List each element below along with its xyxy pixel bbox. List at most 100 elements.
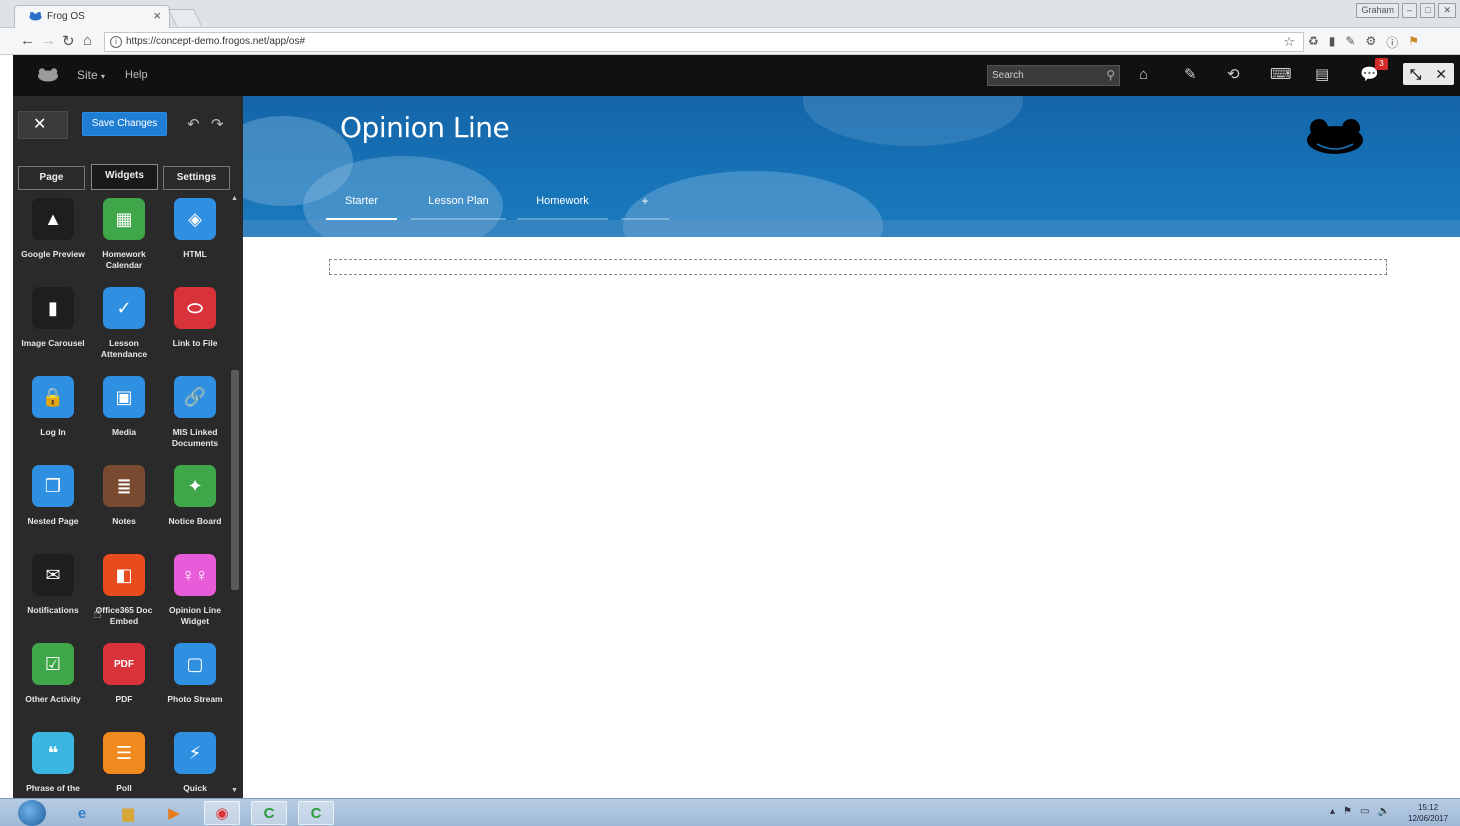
- document-icon[interactable]: ▤: [1315, 66, 1329, 84]
- close-editor-button[interactable]: ✕: [18, 111, 68, 139]
- camtasia-recorder-icon[interactable]: C: [298, 801, 334, 825]
- user-profile-button[interactable]: Graham: [1356, 3, 1399, 18]
- widget-tile[interactable]: ▲ Google Preview: [18, 198, 88, 282]
- extension-recycle-icon[interactable]: ♻: [1308, 34, 1319, 51]
- refresh-icon[interactable]: ⟲: [1227, 66, 1240, 84]
- window-close-button[interactable]: ✕: [1438, 3, 1456, 18]
- site-menu[interactable]: Site ▾: [77, 68, 105, 82]
- back-icon[interactable]: ←: [20, 32, 35, 49]
- forward-icon[interactable]: →: [41, 32, 56, 49]
- widget-tile[interactable]: ♀♀ Opinion Line Widget: [160, 554, 230, 638]
- maximize-button[interactable]: □: [1420, 3, 1436, 18]
- page-content: [243, 237, 1460, 798]
- minimize-button[interactable]: –: [1402, 3, 1418, 18]
- extension-info-icon[interactable]: ⓘ: [1386, 34, 1398, 51]
- tray-arrow-icon[interactable]: ▴: [1330, 806, 1335, 817]
- extension-icons: ♻ ▮ ✎ ⚙ ⓘ ⚑: [1308, 34, 1419, 51]
- scrollbar-thumb[interactable]: [231, 370, 239, 590]
- screen: Frog OS × Graham – □ ✕ ← → ↻ ⌂ i https:/…: [0, 0, 1460, 826]
- tab-close-icon[interactable]: ×: [153, 8, 161, 23]
- widget-tile[interactable]: 🔒 Log In: [18, 376, 88, 460]
- media-player-icon[interactable]: ▶: [156, 801, 192, 825]
- widget-scrollbar[interactable]: ▲ ▼: [229, 194, 241, 794]
- widget-label: Image Carousel: [21, 338, 85, 348]
- widget-tile[interactable]: ✓ Lesson Attendance: [89, 287, 159, 371]
- redo-icon[interactable]: ↷: [211, 115, 224, 133]
- widget-tile[interactable]: ▦ Homework Calendar: [89, 198, 159, 282]
- start-button[interactable]: [18, 800, 46, 826]
- site-info-icon[interactable]: i: [110, 36, 122, 48]
- tab-lesson-plan[interactable]: Lesson Plan: [411, 192, 506, 220]
- widget-tile[interactable]: ⬭ Link to File: [160, 287, 230, 371]
- browser-tab-title: Frog OS: [47, 11, 85, 22]
- scroll-down-icon[interactable]: ▼: [231, 787, 238, 794]
- save-changes-button[interactable]: Save Changes: [82, 112, 167, 136]
- html-icon: ◈: [174, 198, 216, 240]
- browser-tab[interactable]: Frog OS ×: [14, 5, 170, 28]
- home-icon[interactable]: ⌂: [83, 32, 92, 49]
- widget-tile[interactable]: ▮ Image Carousel: [18, 287, 88, 371]
- keyboard-icon[interactable]: ⌨: [1270, 66, 1292, 84]
- poll-icon: ☰: [103, 732, 145, 774]
- bookmark-star-icon[interactable]: ☆: [1283, 34, 1295, 50]
- url-text: https://concept-demo.frogos.net/app/os#: [126, 36, 305, 47]
- close-icon[interactable]: ✕: [1435, 66, 1447, 83]
- file-explorer-icon[interactable]: ▆: [110, 801, 146, 825]
- widget-tile[interactable]: ☑ Other Activity: [18, 643, 88, 727]
- widget-tile[interactable]: ≣ Notes: [89, 465, 159, 549]
- frog-logo-icon[interactable]: [37, 68, 59, 82]
- reload-icon[interactable]: ↻: [62, 32, 75, 50]
- clock-date: 12/06/2017: [1408, 814, 1449, 823]
- network-icon[interactable]: ▭: [1360, 806, 1369, 817]
- camtasia-icon[interactable]: C: [251, 801, 287, 825]
- tab-starter[interactable]: Starter: [326, 192, 397, 220]
- chrome-icon[interactable]: ◉: [204, 801, 240, 825]
- clock[interactable]: 15:12 12/06/2017: [1408, 802, 1448, 824]
- widget-drop-zone[interactable]: [329, 259, 1387, 275]
- widget-tile[interactable]: PDF PDF: [89, 643, 159, 727]
- add-tab-button[interactable]: +: [621, 192, 669, 220]
- tab-widgets[interactable]: Widgets: [91, 164, 158, 190]
- extension-flag-icon[interactable]: ⚑: [1408, 34, 1419, 51]
- office365-icon: ◧: [103, 554, 145, 596]
- notes-icon: ≣: [103, 465, 145, 507]
- edit-page-icon[interactable]: ✎: [1184, 66, 1197, 84]
- widget-tile[interactable]: 🔗 MIS Linked Documents: [160, 376, 230, 460]
- widget-tile[interactable]: ▣ Media: [89, 376, 159, 460]
- collapse-icon[interactable]: ⤡: [1410, 66, 1421, 83]
- new-tab-button[interactable]: [168, 9, 202, 26]
- link-to-file-icon: ⬭: [174, 287, 216, 329]
- url-input[interactable]: i https://concept-demo.frogos.net/app/os…: [104, 32, 1304, 52]
- widget-label: Media: [111, 427, 137, 437]
- widget-tile[interactable]: ◧ Office365 Doc Embed: [89, 554, 159, 638]
- scroll-up-icon[interactable]: ▲: [231, 195, 238, 202]
- phrase-icon: ❝: [32, 732, 74, 774]
- undo-icon[interactable]: ↶: [187, 115, 200, 133]
- widget-tile[interactable]: ✦ Notice Board: [160, 465, 230, 549]
- widget-tile[interactable]: ◈ HTML: [160, 198, 230, 282]
- notification-badge: 3: [1375, 58, 1388, 70]
- widget-label: HTML: [183, 249, 207, 259]
- tab-settings[interactable]: Settings: [163, 166, 230, 190]
- widget-tile[interactable]: ❐ Nested Page: [18, 465, 88, 549]
- internet-explorer-icon[interactable]: e: [64, 801, 100, 825]
- tab-page[interactable]: Page: [18, 166, 85, 190]
- notice-board-icon: ✦: [174, 465, 216, 507]
- window-controls: Graham – □ ✕: [1356, 3, 1456, 19]
- widget-label: Lesson Attendance: [100, 338, 148, 359]
- volume-icon[interactable]: 🔈: [1377, 806, 1389, 817]
- help-menu[interactable]: Help: [125, 69, 148, 81]
- frog-top-bar: Site ▾ Help ⚲ ⌂ ✎ ⟲ ⌨ ▤ 💬 3 ⤡ ✕: [13, 55, 1460, 96]
- search-input[interactable]: [992, 68, 1097, 83]
- widget-tile[interactable]: ▢ Photo Stream: [160, 643, 230, 727]
- search-field[interactable]: ⚲: [987, 65, 1120, 86]
- widget-label: MIS Linked Documents: [171, 427, 219, 448]
- tab-homework[interactable]: Homework: [517, 192, 608, 220]
- widget-tile[interactable]: ✉ Notifications: [18, 554, 88, 638]
- extension-pen-icon[interactable]: ✎: [1345, 34, 1355, 51]
- home-icon[interactable]: ⌂: [1139, 66, 1148, 84]
- extension-reader-icon[interactable]: ▮: [1329, 34, 1336, 51]
- flag-icon[interactable]: ⚑: [1343, 806, 1352, 817]
- search-icon[interactable]: ⚲: [1106, 68, 1115, 82]
- extension-gear-icon[interactable]: ⚙: [1365, 34, 1376, 51]
